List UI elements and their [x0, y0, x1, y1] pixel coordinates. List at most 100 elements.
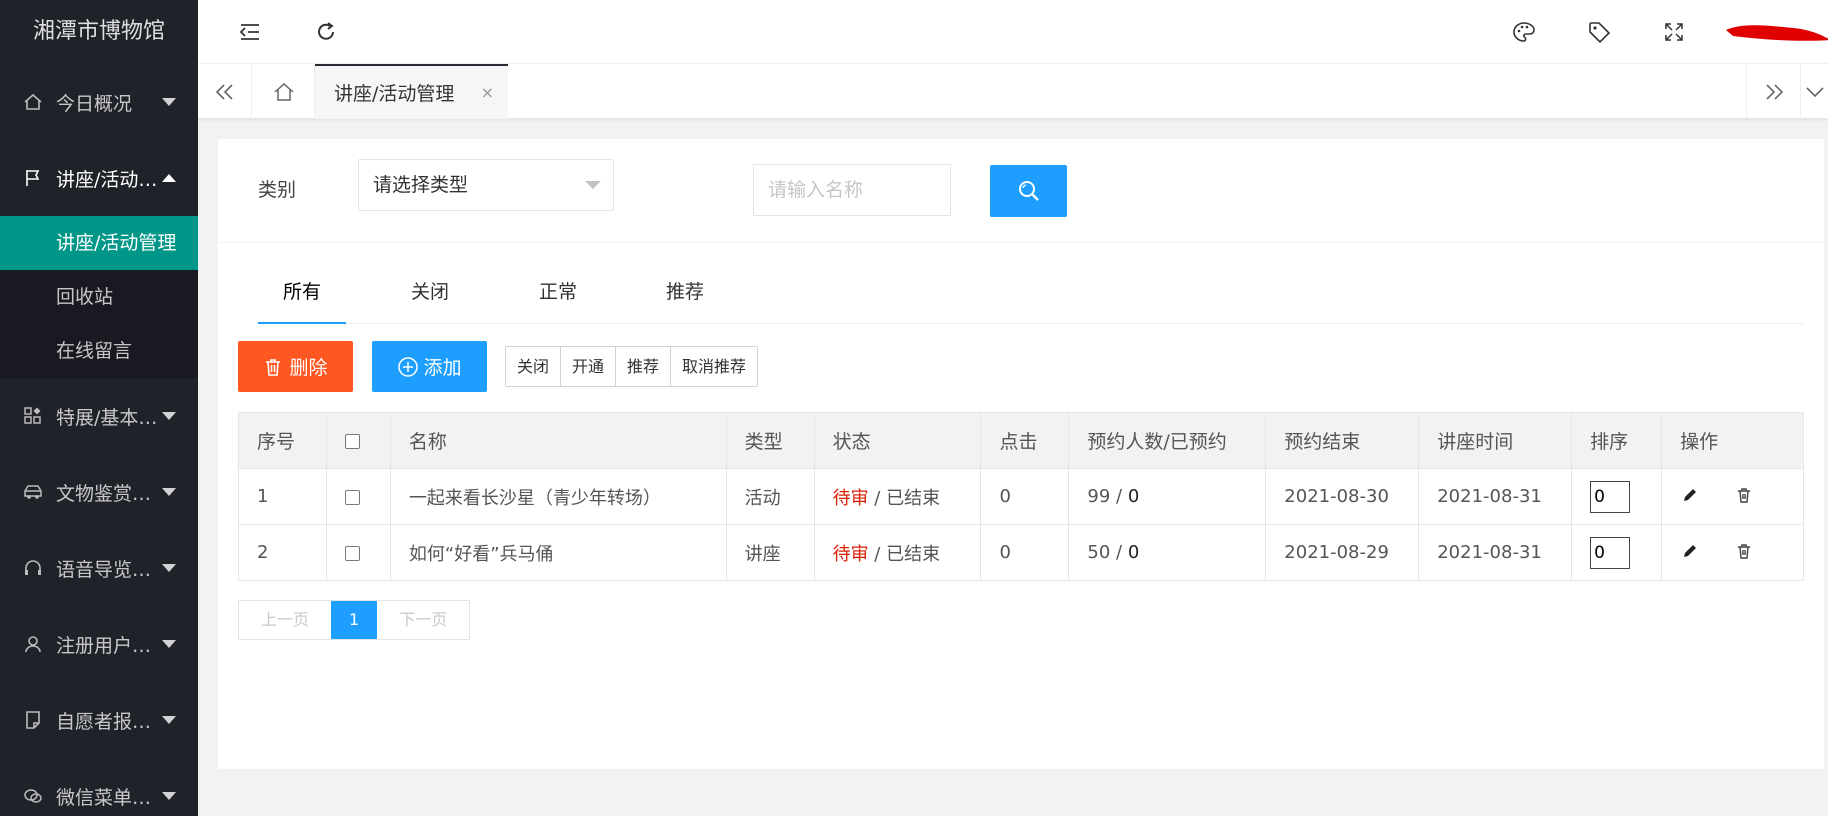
- batch-recommend-button[interactable]: 推荐: [615, 347, 671, 386]
- status-tabs: 所有 关闭 正常 推荐: [258, 269, 1804, 324]
- col-header-select: [325, 412, 391, 469]
- add-button[interactable]: 添加: [372, 341, 487, 392]
- col-header-lecture-time: 讲座时间: [1418, 412, 1573, 469]
- row-checkbox[interactable]: [344, 489, 360, 505]
- car-icon: [22, 481, 44, 503]
- col-header-status: 状态: [813, 412, 982, 469]
- edit-button[interactable]: [1680, 541, 1700, 561]
- sidebar-item-today[interactable]: 今日概况: [0, 64, 198, 140]
- home-tab-button[interactable]: [253, 64, 315, 119]
- sidebar-subitem-lecture-manage[interactable]: 讲座/活动管理: [0, 216, 198, 270]
- toggle-sidebar-button[interactable]: [234, 16, 266, 48]
- col-header-booking-end: 预约结束: [1265, 412, 1420, 469]
- flag-icon: [22, 167, 44, 189]
- refresh-icon: [318, 22, 334, 40]
- cell-booking-end: 2021-08-30: [1265, 468, 1420, 525]
- cell-capacity: 50 / 0: [1068, 524, 1267, 581]
- sidebar-item-label: 文物鉴赏管理: [56, 482, 158, 505]
- sidebar-item-wechat-menu[interactable]: 微信菜单管理: [0, 758, 198, 816]
- tab-recommended[interactable]: 推荐: [641, 269, 729, 324]
- headset-icon: [22, 557, 44, 579]
- sidebar-item-label: 今日概况: [56, 92, 133, 115]
- status-ended: 已结束: [886, 487, 941, 509]
- delete-button[interactable]: 删除: [238, 341, 353, 392]
- menu-fold-icon: [239, 24, 259, 40]
- col-header-capacity: 预约人数/已预约: [1068, 412, 1267, 469]
- sidebar-item-audio-guide[interactable]: 语音导览管理: [0, 530, 198, 606]
- tab-normal[interactable]: 正常: [514, 269, 602, 324]
- tab-label: 讲座/活动管理: [334, 83, 455, 105]
- delete-row-button[interactable]: [1734, 541, 1754, 561]
- sidebar-subitem-recycle-bin[interactable]: 回收站: [0, 270, 198, 324]
- cell-name: 如何“好看”兵马俑: [389, 524, 727, 581]
- fullscreen-button[interactable]: [1658, 16, 1690, 48]
- search-icon: [1018, 181, 1039, 201]
- batch-close-button[interactable]: 关闭: [506, 347, 561, 386]
- delete-row-button[interactable]: [1734, 485, 1754, 505]
- cell-status: 待审 / 已结束: [813, 524, 982, 581]
- sidebar-subitem-messages[interactable]: 在线留言: [0, 324, 198, 378]
- category-select[interactable]: 请选择类型: [358, 159, 614, 211]
- sidebar-item-exhibitions[interactable]: 特展/基本陈列: [0, 378, 198, 454]
- chevron-down-icon: [162, 488, 176, 496]
- sort-input[interactable]: [1590, 536, 1631, 569]
- home-icon: [274, 82, 293, 101]
- chevron-down-icon: [162, 564, 176, 572]
- cell-select: [325, 524, 391, 581]
- col-header-no: 序号: [238, 412, 327, 469]
- sidebar-item-lectures[interactable]: 讲座/活动管理: [0, 140, 198, 216]
- sidebar-item-label: 微信菜单管理: [56, 786, 158, 809]
- refresh-button[interactable]: [310, 16, 342, 48]
- page-1-button[interactable]: 1: [331, 601, 378, 639]
- status-pending[interactable]: 待审: [833, 488, 869, 509]
- col-header-name: 名称: [389, 412, 727, 469]
- col-header-actions: 操作: [1661, 412, 1804, 469]
- redacted-username[interactable]: [1723, 18, 1828, 44]
- sidebar-item-label: 注册用户管理: [56, 634, 158, 657]
- sidebar-item-label: 特展/基本陈列: [56, 406, 158, 429]
- sidebar-item-users[interactable]: 注册用户管理: [0, 606, 198, 682]
- next-page-button[interactable]: 下一页: [377, 601, 470, 639]
- cell-capacity: 99 / 0: [1068, 468, 1267, 525]
- submenu-lectures: 讲座/活动管理 回收站 在线留言: [0, 216, 198, 378]
- chevron-down-icon: [162, 792, 176, 800]
- chevron-down-icon: [162, 716, 176, 724]
- cell-no: 2: [238, 524, 327, 581]
- page-tabs-bar: 讲座/活动管理 ×: [198, 64, 1828, 119]
- close-icon[interactable]: ×: [481, 83, 494, 102]
- sort-input[interactable]: [1590, 480, 1631, 513]
- batch-open-button[interactable]: 开通: [560, 347, 616, 386]
- tabs-menu-button[interactable]: [1800, 64, 1828, 119]
- cell-lecture-time: 2021-08-31: [1418, 524, 1573, 581]
- search-button[interactable]: [990, 165, 1067, 217]
- tab-all[interactable]: 所有: [258, 269, 346, 324]
- home-icon: [22, 91, 44, 113]
- theme-button[interactable]: [1508, 16, 1540, 48]
- cell-clicks: 0: [980, 524, 1070, 581]
- sidebar-item-label: 讲座/活动管理: [56, 168, 158, 191]
- prev-page-button[interactable]: 上一页: [239, 601, 332, 639]
- edit-button[interactable]: [1680, 485, 1700, 505]
- caret-down-icon: [585, 181, 601, 189]
- tab-lecture-manage[interactable]: 讲座/活动管理 ×: [315, 64, 508, 119]
- capacity-total: 50: [1087, 542, 1111, 563]
- category-label: 类别: [258, 179, 297, 201]
- capacity-separator: /: [1110, 542, 1128, 563]
- table-row: 2 如何“好看”兵马俑 讲座 待审 / 已结束 0 50 / 0 2021-08…: [238, 524, 1804, 581]
- app-title: 湘潭市博物馆: [0, 0, 198, 64]
- sidebar-item-volunteers[interactable]: 自愿者报名管理: [0, 682, 198, 758]
- tabs-scroll-left-button[interactable]: [198, 64, 252, 119]
- status-pending[interactable]: 待审: [833, 544, 869, 565]
- batch-unrecommend-button[interactable]: 取消推荐: [670, 347, 758, 386]
- tag-button[interactable]: [1583, 16, 1615, 48]
- chevron-down-icon: [1805, 86, 1824, 97]
- sidebar-item-relics[interactable]: 文物鉴赏管理: [0, 454, 198, 530]
- trash-icon: [1737, 544, 1750, 559]
- tab-closed[interactable]: 关闭: [386, 269, 474, 324]
- cell-no: 1: [238, 468, 327, 525]
- select-all-checkbox[interactable]: [344, 433, 360, 449]
- row-checkbox[interactable]: [344, 545, 360, 561]
- name-search-input[interactable]: [753, 164, 951, 216]
- wechat-icon: [22, 785, 44, 807]
- tabs-scroll-right-button[interactable]: [1746, 64, 1800, 119]
